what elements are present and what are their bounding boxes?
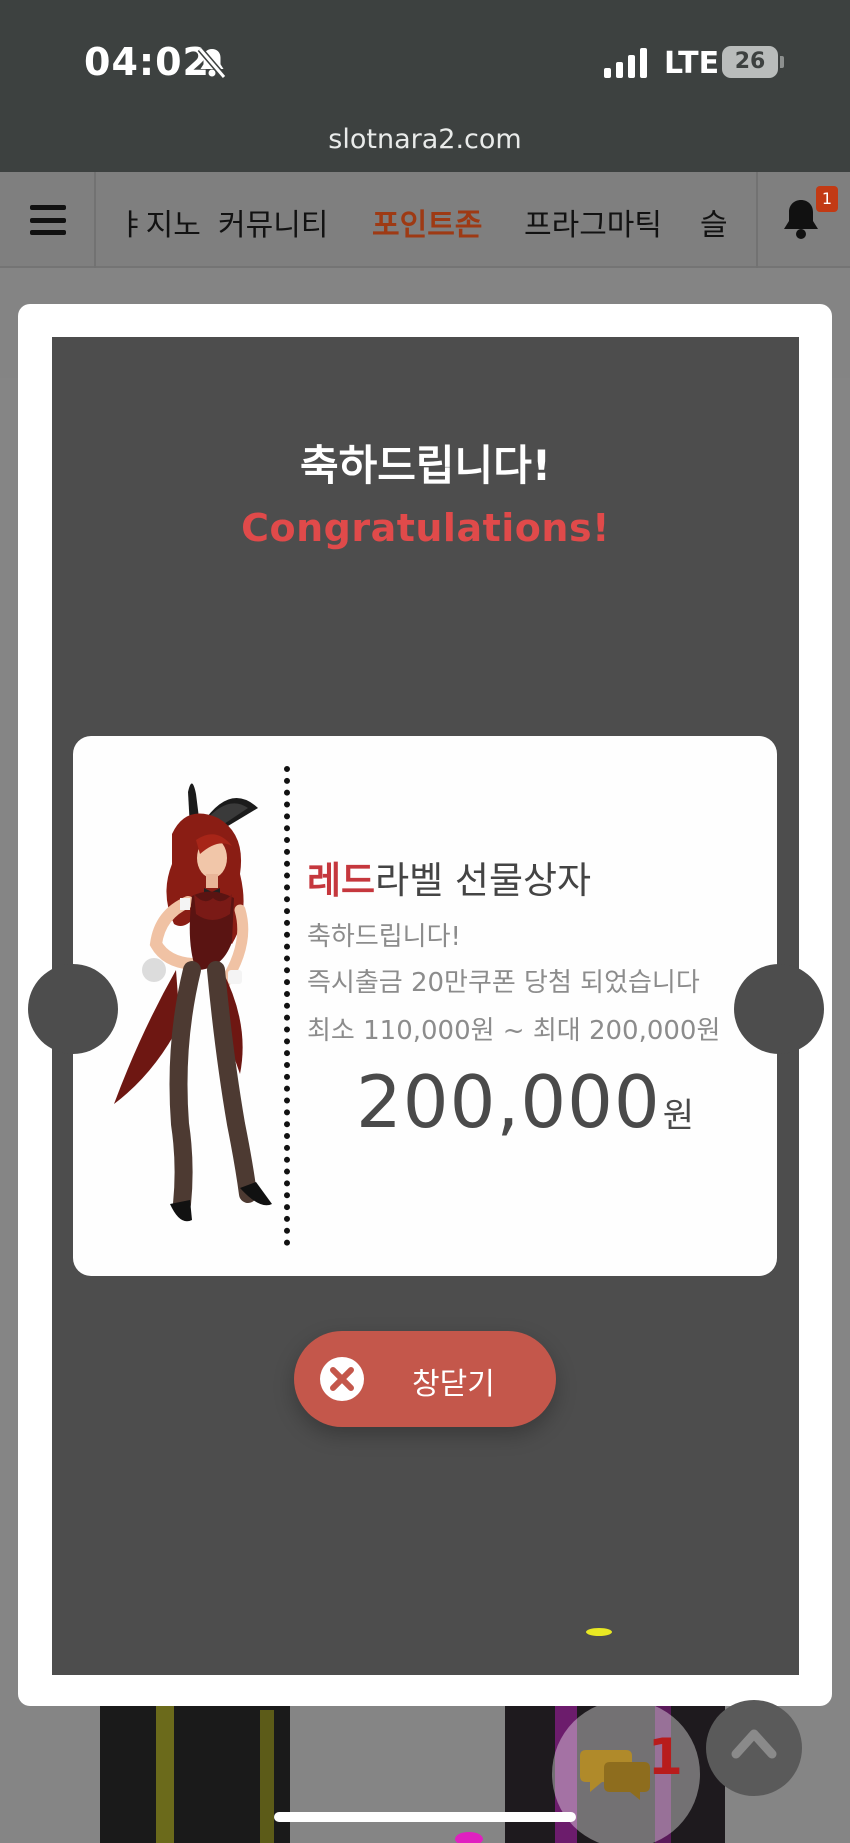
prize-message-3: 최소 110,000원 ~ 최대 200,000원 — [307, 1016, 721, 1046]
prize-message-1: 축하드립니다! — [307, 922, 461, 952]
nav-item-point-zone[interactable]: 포인트존 — [372, 200, 482, 244]
battery-tip — [780, 56, 784, 68]
status-time: 04:02 — [84, 40, 210, 84]
nav-item-community[interactable]: 커뮤니티 — [218, 200, 328, 244]
ticket-notch-right — [734, 964, 824, 1054]
signal-icon — [604, 48, 647, 78]
chevron-up-icon — [731, 1729, 777, 1759]
bunny-character-illustration — [114, 783, 272, 1222]
close-button[interactable]: 창닫기 — [294, 1331, 556, 1427]
battery-level: 26 — [722, 46, 778, 78]
close-icon — [320, 1357, 364, 1401]
prize-name-rest: 라벨 선물상자 — [375, 859, 592, 902]
scroll-top-button[interactable] — [706, 1700, 802, 1796]
modal-title: 축하드립니다! — [300, 441, 551, 490]
chat-count: 1 — [648, 1728, 683, 1786]
nav-item-casino[interactable]: ㅑ지노 — [118, 200, 201, 244]
chat-icon — [580, 1750, 650, 1800]
decorative-dot — [586, 1628, 612, 1636]
nav-item-pragmatic[interactable]: 프라그마틱 — [524, 200, 662, 244]
prize-name-accent: 레드 — [307, 859, 376, 902]
site-navigation: ㅑ지노 커뮤니티 포인트존 프라그마틱 슬 — [0, 172, 850, 268]
menu-icon[interactable] — [30, 202, 66, 238]
nav-divider — [756, 172, 758, 268]
prize-amount-unit: 원 — [662, 1096, 695, 1136]
prize-message-2: 즉시출금 20만쿠폰 당첨 되었습니다 — [307, 968, 700, 998]
close-button-label: 창닫기 — [412, 1367, 495, 1402]
nav-item-slot[interactable]: 슬 — [700, 200, 728, 244]
notification-badge: 1 — [816, 186, 838, 212]
url-bar[interactable]: slotnara2.com — [0, 124, 850, 155]
decorative-dot — [455, 1832, 483, 1843]
network-type: LTE — [664, 46, 720, 81]
prize-amount-value: 200,000 — [356, 1060, 661, 1144]
chat-button[interactable]: 1 — [552, 1700, 700, 1843]
home-indicator[interactable] — [274, 1812, 576, 1822]
background-banner-left — [100, 1700, 290, 1843]
status-bar: 04:02 LTE 26 slotnara2.com — [0, 0, 850, 172]
prize-amount: 200,000원 — [356, 1060, 694, 1144]
nav-items: ㅑ지노 커뮤니티 포인트존 프라그마틱 슬 — [96, 172, 732, 268]
prize-name: 레드라벨 선물상자 — [307, 850, 591, 904]
bell-muted-icon — [197, 47, 227, 79]
modal-subtitle: Congratulations! — [241, 506, 610, 550]
